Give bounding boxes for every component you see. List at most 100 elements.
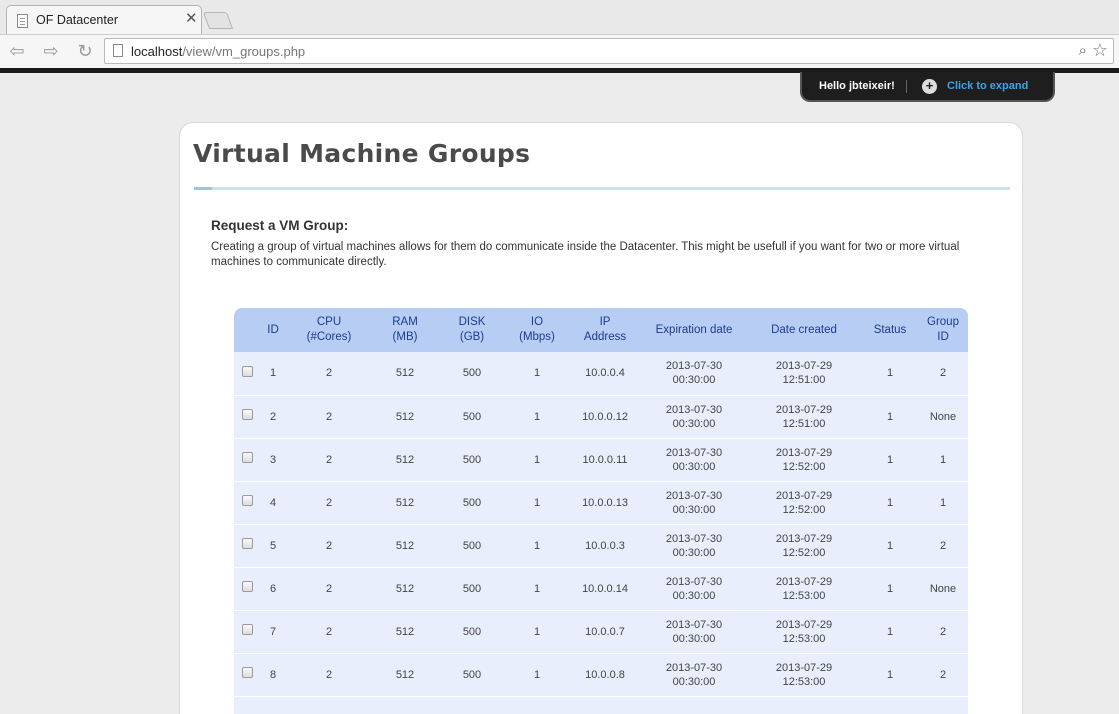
url-text[interactable]: localhost/view/vm_groups.php [131,44,305,59]
header-label: RAM [392,316,418,328]
cell-created: 2013-07-29 12:51:00 [746,352,862,396]
table-row: 1 2 512 500 1 10.0.0.4 2013-07-30 00:30:0… [234,352,968,396]
cell-ram: 512 [372,610,438,654]
header-status[interactable]: Status [862,308,918,352]
header-label: ID [267,323,279,336]
cell-io: 1 [506,653,568,697]
header-cpu[interactable]: CPU (#Cores) [286,308,372,352]
cell-group: 2 [918,352,968,396]
cell-io: 1 [506,352,568,396]
header-select [234,308,260,352]
table-row: 4 2 512 500 1 10.0.0.13 2013-07-30 00:30:… [234,481,968,525]
cell-disk: 500 [438,395,506,439]
header-label: IP [599,316,611,328]
cell-expiration: 2013-07-30 00:30:00 [642,567,746,611]
created-date: 2013-07-29 [775,489,833,502]
cell-ip: 10.0.0.12 [568,395,642,439]
cell-io: 1 [506,395,568,439]
cell-disk: 500 [438,567,506,611]
back-arrow-icon[interactable]: ⇦ [4,39,30,63]
table-row-partial [234,696,968,714]
close-icon[interactable]: ✕ [185,11,198,26]
row-select-cell [234,438,260,482]
cell-id: 1 [260,352,286,396]
expiration-time: 00:30:00 [672,546,716,559]
header-label: DISK [458,316,486,328]
cell-id: 6 [260,567,286,611]
header-disk[interactable]: DISK (GB) [438,308,506,352]
cell-status: 1 [862,438,918,482]
row-select-cell [234,610,260,654]
cell-created: 2013-07-29 12:53:00 [746,653,862,697]
bookmark-star-icon[interactable]: ☆ [1092,40,1108,61]
forward-arrow-icon[interactable]: ⇨ [38,39,64,63]
browser-tab[interactable]: OF Datacenter ✕ [6,5,202,35]
expiration-time: 00:30:00 [672,675,716,688]
cell-group: 1 [918,481,968,525]
page-icon [113,44,123,57]
table-row: 5 2 512 500 1 10.0.0.3 2013-07-30 00:30:0… [234,524,968,568]
row-checkbox[interactable] [241,452,253,464]
row-checkbox[interactable] [241,409,253,421]
cell-status: 1 [862,481,918,525]
cell-io: 1 [506,610,568,654]
cell-expiration: 2013-07-30 00:30:00 [642,524,746,568]
row-checkbox[interactable] [241,495,253,507]
header-created[interactable]: Date created [746,308,862,352]
created-date: 2013-07-29 [775,575,833,588]
cell-disk: 500 [438,524,506,568]
row-select-cell [234,653,260,697]
request-description: Creating a group of virtual machines all… [211,241,960,268]
cell-group: 2 [918,610,968,654]
header-id[interactable]: ID [260,308,286,352]
cell-cpu: 2 [286,653,372,697]
cell-group: 2 [918,524,968,568]
cell-created: 2013-07-29 12:53:00 [746,610,862,654]
content-card: Virtual Machine Groups Request a VM Grou… [179,122,1023,714]
row-select-cell [234,395,260,439]
row-checkbox[interactable] [241,667,253,679]
cell-ram: 512 [372,567,438,611]
header-label: Expiration date [655,323,733,336]
header-ip[interactable]: IP Address [568,308,642,352]
cell-id: 8 [260,653,286,697]
header-sublabel: (#Cores) [306,331,352,343]
created-time: 12:53:00 [782,632,826,645]
cell-ip: 10.0.0.3 [568,524,642,568]
header-ram[interactable]: RAM (MB) [372,308,438,352]
table-row: 7 2 512 500 1 10.0.0.7 2013-07-30 00:30:0… [234,610,968,654]
reload-icon[interactable]: ↻ [72,39,98,63]
address-bar[interactable]: localhost/view/vm_groups.php ⌕ ☆ [104,38,1114,64]
table-row: 2 2 512 500 1 10.0.0.12 2013-07-30 00:30:… [234,395,968,439]
row-checkbox[interactable] [241,538,253,550]
cell-expiration: 2013-07-30 00:30:00 [642,653,746,697]
row-checkbox[interactable] [241,624,253,636]
row-checkbox[interactable] [241,365,253,377]
header-sublabel: (Mbps) [519,331,555,343]
row-select-cell [234,481,260,525]
cell-status: 1 [862,653,918,697]
expiration-date: 2013-07-30 [665,489,723,502]
request-heading: Request a VM Group: [211,218,349,233]
row-select-cell [234,524,260,568]
expand-link[interactable]: Click to expand [947,80,1028,92]
header-group[interactable]: Group ID [918,308,968,352]
row-checkbox[interactable] [241,581,253,593]
cell-created: 2013-07-29 12:53:00 [746,567,862,611]
browser-toolbar: ⇦ ⇨ ↻ localhost/view/vm_groups.php ⌕ ☆ [0,34,1119,68]
zoom-icon[interactable]: ⌕ [1079,42,1087,59]
header-expiration[interactable]: Expiration date [642,308,746,352]
cell-group: 2 [918,653,968,697]
created-time: 12:51:00 [782,417,826,430]
created-time: 12:53:00 [782,589,826,602]
new-tab-button[interactable] [202,12,234,29]
cell-id: 3 [260,438,286,482]
cell-id: 7 [260,610,286,654]
row-select-cell [234,567,260,611]
cell-group: None [918,395,968,439]
header-label: IO [530,316,544,328]
plus-icon[interactable]: + [922,79,937,94]
header-io[interactable]: IO (Mbps) [506,308,568,352]
cell-expiration: 2013-07-30 00:30:00 [642,438,746,482]
cell-cpu: 2 [286,567,372,611]
